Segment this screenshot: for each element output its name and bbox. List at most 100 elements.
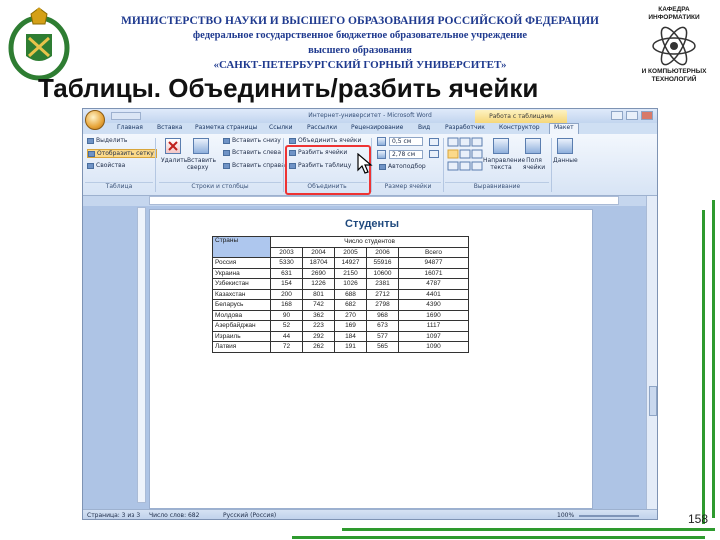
country-cell[interactable]: Беларусь: [212, 299, 271, 311]
horizontal-ruler[interactable]: [149, 196, 619, 205]
insert-below-button[interactable]: Вставить снизу: [223, 137, 281, 144]
value-cell[interactable]: 18704: [302, 257, 335, 269]
maximize-icon[interactable]: [626, 111, 638, 120]
header-country-cell[interactable]: Страны: [212, 236, 271, 258]
country-cell[interactable]: Израиль: [212, 330, 271, 342]
vertical-scrollbar[interactable]: [646, 196, 657, 509]
status-language[interactable]: Русский (Россия): [223, 512, 276, 519]
office-button-icon[interactable]: [85, 110, 105, 130]
value-cell[interactable]: 2690: [302, 267, 335, 279]
autofit-button[interactable]: Автоподбор: [379, 163, 426, 170]
tab-view[interactable]: Вид: [418, 124, 430, 131]
tab-review[interactable]: Рецензирование: [351, 124, 403, 131]
year-cell[interactable]: 2004: [302, 246, 335, 258]
year-cell[interactable]: 2006: [366, 246, 399, 258]
year-cell[interactable]: 2005: [334, 246, 367, 258]
value-cell[interactable]: 72: [270, 341, 303, 353]
cell-margins-icon[interactable]: [525, 138, 541, 154]
value-cell[interactable]: 223: [302, 320, 335, 332]
value-cell[interactable]: 169: [334, 320, 367, 332]
value-cell[interactable]: 44: [270, 330, 303, 342]
tab-references[interactable]: Ссылки: [269, 124, 293, 131]
students-table[interactable]: Страны Число студентов 2003 2004 2005 20…: [212, 236, 469, 353]
alignment-grid-icon[interactable]: [447, 137, 483, 173]
value-cell[interactable]: 184: [334, 330, 367, 342]
country-cell[interactable]: Азербайджан: [212, 320, 271, 332]
status-zoom[interactable]: 100%: [557, 512, 574, 519]
total-cell[interactable]: 4401: [398, 288, 469, 300]
country-cell[interactable]: Латвия: [212, 341, 271, 353]
value-cell[interactable]: 362: [302, 309, 335, 321]
scrollbar-thumb[interactable]: [649, 386, 657, 416]
value-cell[interactable]: 10600: [366, 267, 399, 279]
value-cell[interactable]: 292: [302, 330, 335, 342]
text-direction-label[interactable]: Направление текста: [483, 157, 525, 171]
tab-layout[interactable]: Макет: [549, 123, 579, 134]
value-cell[interactable]: 631: [270, 267, 303, 279]
country-cell[interactable]: Молдова: [212, 309, 271, 321]
insert-left-button[interactable]: Вставить слева: [223, 149, 281, 156]
distribute-rows-icon[interactable]: [429, 138, 439, 146]
merge-cells-button[interactable]: Объединить ячейки: [289, 137, 361, 144]
delete-icon[interactable]: [165, 138, 181, 154]
value-cell[interactable]: 2798: [366, 299, 399, 311]
total-cell[interactable]: 94877: [398, 257, 469, 269]
value-cell[interactable]: 565: [366, 341, 399, 353]
distribute-columns-icon[interactable]: [429, 150, 439, 158]
value-cell[interactable]: 801: [302, 288, 335, 300]
value-cell[interactable]: 1226: [302, 278, 335, 290]
column-width-input[interactable]: 2,78 см: [389, 150, 423, 159]
zoom-slider[interactable]: [579, 515, 639, 517]
value-cell[interactable]: 2712: [366, 288, 399, 300]
value-cell[interactable]: 90: [270, 309, 303, 321]
insert-right-button[interactable]: Вставить справа: [223, 162, 285, 169]
total-cell[interactable]: 4390: [398, 299, 469, 311]
delete-label[interactable]: Удалить: [161, 157, 187, 164]
header-group-cell[interactable]: Число студентов: [270, 236, 469, 248]
country-cell[interactable]: Казахстан: [212, 288, 271, 300]
status-words[interactable]: Число слов: 682: [149, 512, 199, 519]
value-cell[interactable]: 52: [270, 320, 303, 332]
close-icon[interactable]: [641, 111, 653, 120]
value-cell[interactable]: 577: [366, 330, 399, 342]
value-cell[interactable]: 2150: [334, 267, 367, 279]
value-cell[interactable]: 200: [270, 288, 303, 300]
row-height-input[interactable]: 0,5 см: [389, 137, 423, 146]
value-cell[interactable]: 55916: [366, 257, 399, 269]
tab-page-layout[interactable]: Разметка страницы: [195, 124, 257, 131]
value-cell[interactable]: 5330: [270, 257, 303, 269]
select-button[interactable]: Выделить: [87, 137, 127, 144]
insert-above-icon[interactable]: [193, 138, 209, 154]
total-cell[interactable]: 1117: [398, 320, 469, 332]
total-cell[interactable]: 16071: [398, 267, 469, 279]
country-cell[interactable]: Украина: [212, 267, 271, 279]
tab-developer[interactable]: Разработчик: [445, 124, 485, 131]
value-cell[interactable]: 168: [270, 299, 303, 311]
view-gridlines-button[interactable]: Отобразить сетку: [87, 149, 157, 158]
text-direction-icon[interactable]: [493, 138, 509, 154]
value-cell[interactable]: 688: [334, 288, 367, 300]
value-cell[interactable]: 154: [270, 278, 303, 290]
value-cell[interactable]: 682: [334, 299, 367, 311]
value-cell[interactable]: 1026: [334, 278, 367, 290]
total-cell[interactable]: 1097: [398, 330, 469, 342]
document-page[interactable]: Студенты Страны Число студентов 2003 200…: [149, 209, 593, 509]
data-label[interactable]: Данные: [553, 157, 578, 164]
total-header-cell[interactable]: Всего: [398, 246, 469, 258]
cell-margins-label[interactable]: Поля ячейки: [521, 157, 547, 171]
value-cell[interactable]: 191: [334, 341, 367, 353]
value-cell[interactable]: 968: [366, 309, 399, 321]
value-cell[interactable]: 673: [366, 320, 399, 332]
total-cell[interactable]: 1090: [398, 341, 469, 353]
status-page[interactable]: Страница: 3 из 3: [87, 512, 140, 519]
country-cell[interactable]: Россия: [212, 257, 271, 269]
vertical-ruler[interactable]: [137, 207, 146, 503]
value-cell[interactable]: 262: [302, 341, 335, 353]
minimize-icon[interactable]: [611, 111, 623, 120]
year-cell[interactable]: 2003: [270, 246, 303, 258]
total-cell[interactable]: 1690: [398, 309, 469, 321]
value-cell[interactable]: 742: [302, 299, 335, 311]
country-cell[interactable]: Узбекистан: [212, 278, 271, 290]
tab-insert[interactable]: Вставка: [157, 124, 182, 131]
insert-above-label[interactable]: Вставить сверху: [187, 157, 217, 171]
